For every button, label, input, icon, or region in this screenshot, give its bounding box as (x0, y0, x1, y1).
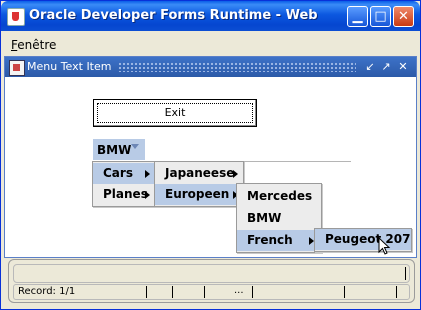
menu-item-planes[interactable]: Planes (93, 184, 155, 205)
menu-fenetre[interactable]: Fenêtre (11, 38, 56, 52)
submenu-arrow-icon (233, 170, 238, 178)
status-separator (172, 286, 173, 298)
exit-button[interactable]: Exit (93, 99, 257, 127)
bmw-menu[interactable]: BMW (93, 139, 145, 160)
menu-bar: Fenêtre (1, 33, 420, 55)
inner-maximize-button[interactable]: ↗ (380, 60, 392, 73)
title-grip (118, 62, 356, 72)
inner-minimize-button[interactable]: ↙ (364, 60, 376, 73)
submenu-arrow-icon (145, 191, 150, 199)
mouse-cursor-icon (378, 237, 391, 255)
menu-item-french[interactable]: French (237, 230, 321, 251)
menu-level-2: Japaneese Europeen (154, 161, 244, 207)
menu-item-japaneese[interactable]: Japaneese (155, 163, 243, 184)
main-window: Oracle Developer Forms Runtime - Web ▁ □… (0, 0, 421, 310)
menu-level-4: Peugeot 207 (314, 228, 412, 252)
status-ellipsis: ... (234, 285, 244, 296)
status-separator (396, 286, 397, 298)
message-separator (405, 267, 406, 280)
menu-item-europeen[interactable]: Europeen (155, 184, 243, 205)
title-bar[interactable]: Oracle Developer Forms Runtime - Web ▁ □… (1, 1, 420, 31)
inner-close-button[interactable]: ✕ (397, 60, 409, 73)
menu-level-3: Mercedes BMW French (236, 183, 322, 253)
minimize-button[interactable]: ▁ (347, 6, 368, 27)
record-indicator: Record: 1/1 (18, 286, 76, 297)
status-separator (252, 286, 253, 298)
inner-window-title: Menu Text Item (27, 60, 112, 73)
menu-item-cars[interactable]: Cars (93, 163, 155, 184)
form-icon (9, 60, 25, 76)
status-separator (146, 286, 147, 298)
submenu-arrow-icon (145, 170, 150, 178)
message-line (13, 264, 410, 283)
menu-item-peugeot-207[interactable]: Peugeot 207 (315, 229, 411, 250)
close-button[interactable]: ✕ (393, 6, 414, 27)
status-separator (204, 286, 205, 298)
dropdown-arrow-icon (131, 144, 139, 149)
menu-level-1: Cars Planes (92, 161, 156, 207)
status-separator (344, 286, 345, 298)
status-bar: Record: 1/1 ... (13, 284, 410, 300)
menu-item-mercedes[interactable]: Mercedes (237, 186, 321, 207)
inner-form-window: Menu Text Item ↙ ↗ ✕ Exit BMW Cars Plane… (4, 56, 417, 258)
status-area: Record: 1/1 ... (8, 259, 415, 303)
maximize-button[interactable]: □ (370, 6, 391, 27)
window-title: Oracle Developer Forms Runtime - Web (29, 8, 318, 23)
inner-title-bar[interactable]: Menu Text Item ↙ ↗ ✕ (5, 57, 416, 77)
menu-item-bmw[interactable]: BMW (237, 208, 321, 229)
bmw-menu-label: BMW (97, 143, 132, 157)
java-icon (7, 8, 25, 26)
exit-button-label: Exit (164, 106, 186, 119)
